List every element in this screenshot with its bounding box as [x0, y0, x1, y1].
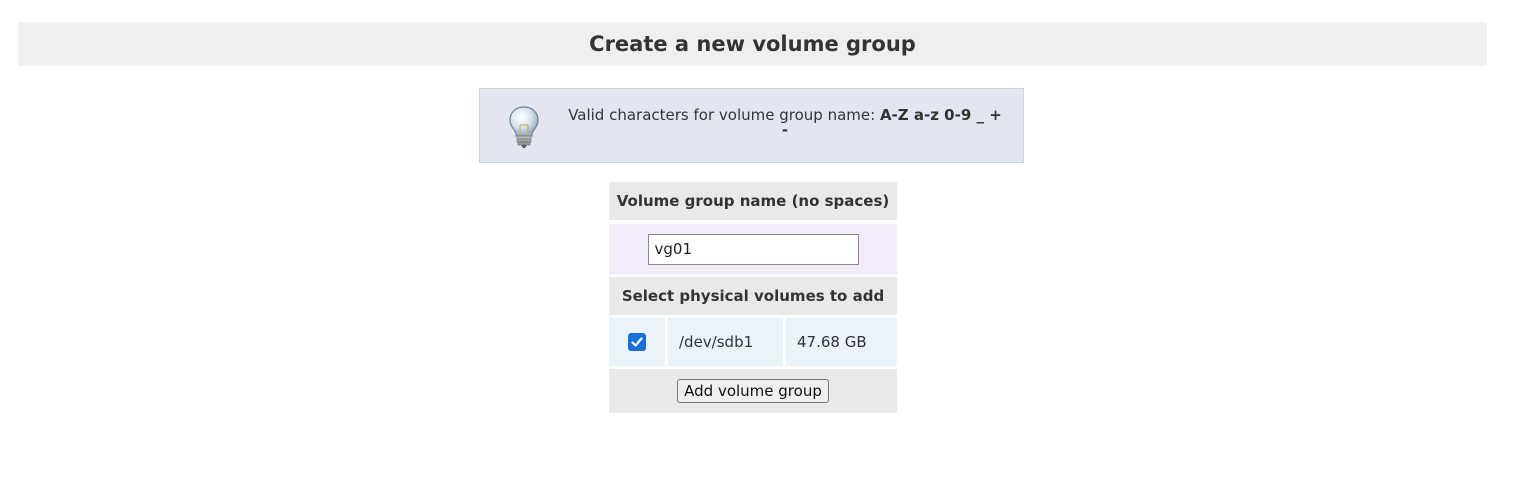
- tip-box: Valid characters for volume group name: …: [479, 88, 1024, 163]
- pv-size: 47.68 GB: [786, 318, 897, 366]
- create-vg-form: Volume group name (no spaces) Select phy…: [609, 182, 897, 413]
- tip-valid-chars-cont: -: [781, 121, 789, 139]
- tip-prefix: Valid characters for volume group name:: [568, 106, 876, 124]
- name-label-text: Volume group name (no spaces): [616, 192, 890, 210]
- name-cell: [609, 224, 897, 274]
- name-label: Volume group name (no spaces): [609, 182, 897, 220]
- page-title: Create a new volume group: [589, 32, 916, 56]
- pv-label: Select physical volumes to add: [609, 277, 897, 315]
- vg-name-input[interactable]: [647, 233, 859, 265]
- pv-checkbox[interactable]: [628, 333, 646, 351]
- add-volume-group-button[interactable]: Add volume group: [677, 379, 829, 403]
- lightbulb-icon: [509, 106, 539, 148]
- check-icon: [631, 337, 643, 347]
- pv-row: /dev/sdb1 47.68 GB: [609, 318, 897, 366]
- submit-cell: Add volume group: [609, 369, 897, 413]
- pv-label-text: Select physical volumes to add: [621, 287, 885, 305]
- pv-size-text: 47.68 GB: [797, 333, 867, 351]
- page-header: Create a new volume group: [18, 22, 1487, 66]
- tip-valid-chars: A-Z a-z 0-9 _ +: [879, 106, 1002, 124]
- pv-device: /dev/sdb1: [668, 318, 783, 366]
- tip-text: Valid characters for volume group name: …: [564, 108, 1006, 138]
- pv-device-text: /dev/sdb1: [679, 333, 754, 351]
- pv-checkbox-cell[interactable]: [609, 318, 665, 366]
